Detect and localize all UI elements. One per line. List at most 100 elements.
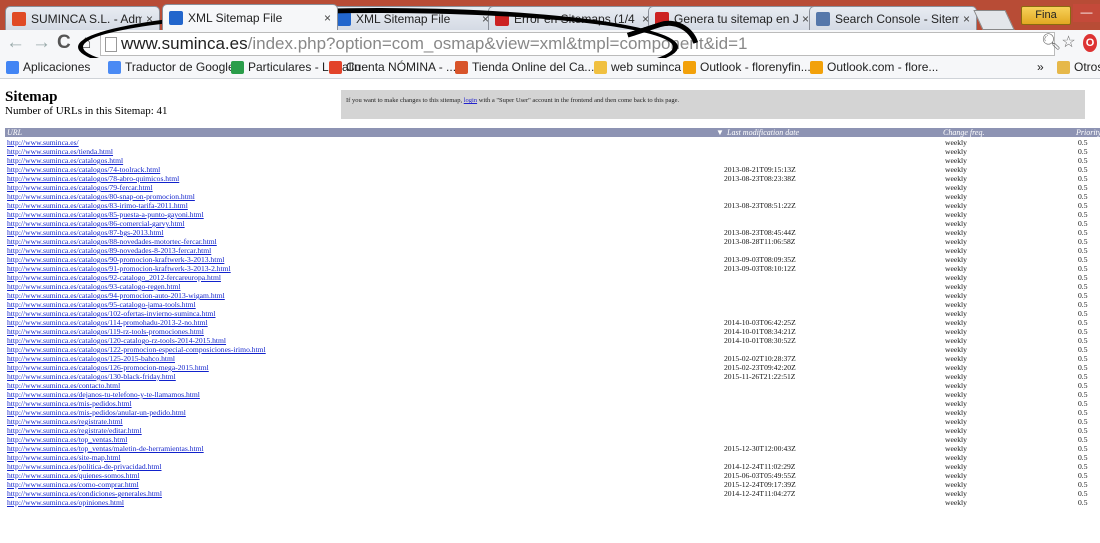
url-link[interactable]: http://www.suminca.es/mis-pedidos.html (7, 399, 132, 408)
url-link[interactable]: http://www.suminca.es/catalogos/90-promo… (7, 255, 224, 264)
freq-cell: weekly (945, 255, 967, 264)
tab-3[interactable]: XML Sitemap File × (330, 6, 496, 30)
bookmark-item[interactable]: Traductor de Google (108, 60, 235, 74)
table-row: http://www.suminca.es/catalogos/78-abro-… (5, 174, 1100, 183)
column-url[interactable]: URL (7, 128, 22, 137)
w-icon (495, 11, 509, 26)
freq-cell: weekly (945, 345, 967, 354)
url-link[interactable]: http://www.suminca.es/catalogos/78-abro-… (7, 174, 179, 183)
freq-cell: weekly (945, 309, 967, 318)
url-link[interactable]: http://www.suminca.es/catalogos/85-puest… (7, 210, 204, 219)
zoom-star-icons[interactable]: 🔍︎☆ (1041, 32, 1076, 52)
url-link[interactable]: http://www.suminca.es/catalogos/91-promo… (7, 264, 231, 273)
tab-1[interactable]: SUMINCA S.L. - Administ × (5, 6, 160, 30)
back-arrow-icon[interactable]: ← (6, 33, 25, 53)
url-link[interactable]: http://www.suminca.es/dejanos-tu-telefon… (7, 390, 200, 399)
url-link[interactable]: http://www.suminca.es/catalogos/93-catal… (7, 282, 180, 291)
bookmark-item[interactable]: Tienda Online del Ca... (455, 60, 594, 74)
bookmark-item[interactable]: Outlook.com - flore... (810, 60, 938, 74)
tab-2[interactable]: XML Sitemap File × (162, 4, 338, 30)
url-link[interactable]: http://www.suminca.es/catalogos/88-noved… (7, 237, 217, 246)
table-row: http://www.suminca.es/contacto.html weekl… (5, 381, 1100, 390)
other-bookmarks[interactable]: Otros (1057, 60, 1100, 74)
url-link[interactable]: http://www.suminca.es/catalogos/79-ferca… (7, 183, 153, 192)
extension-icon[interactable]: O (1083, 34, 1097, 52)
login-link[interactable]: login (464, 97, 477, 104)
lastmod-cell: 2014-12-24T11:02:29Z (724, 462, 796, 471)
profile-button[interactable]: Fina (1021, 6, 1071, 25)
table-row: http://www.suminca.es/catalogos/89-noved… (5, 246, 1100, 255)
url-link[interactable]: http://www.suminca.es/catalogos.html (7, 156, 123, 165)
url-link[interactable]: http://www.suminca.es/catalogos/130-blac… (7, 372, 176, 381)
osmap-icon (169, 10, 183, 25)
freq-cell: weekly (945, 471, 967, 480)
column-lastmod[interactable]: Last modification date (727, 128, 799, 137)
url-link[interactable]: http://www.suminca.es/catalogos/94-promo… (7, 291, 225, 300)
url-link[interactable]: http://www.suminca.es/catalogos/87-bgs-2… (7, 228, 164, 237)
new-tab-button[interactable] (973, 10, 1015, 30)
url-link[interactable]: http://www.suminca.es/registrate.html (7, 417, 123, 426)
url-link[interactable]: http://www.suminca.es/politica-de-privac… (7, 462, 162, 471)
edit-notice: If you want to make changes to this site… (341, 90, 1085, 119)
url-link[interactable]: http://www.suminca.es/catalogos/122-prom… (7, 345, 266, 354)
url-link[interactable]: http://www.suminca.es/contacto.html (7, 381, 120, 390)
column-freq[interactable]: Change freq. (943, 128, 984, 137)
url-link[interactable]: http://www.suminca.es/catalogos/125-2015… (7, 354, 175, 363)
close-icon[interactable]: × (324, 11, 331, 25)
freq-cell: weekly (945, 183, 967, 192)
minimize-button[interactable]: — (1073, 4, 1100, 22)
address-bar[interactable]: www.suminca.es/index.php?option=com_osma… (100, 32, 1055, 56)
url-link[interactable]: http://www.suminca.es/site-map.html (7, 453, 121, 462)
close-icon[interactable]: × (802, 12, 809, 26)
priority-cell: 0.5 (1078, 336, 1088, 345)
close-icon[interactable]: × (146, 12, 153, 26)
url-link[interactable]: http://www.suminca.es/catalogos/83-irimo… (7, 201, 188, 210)
home-icon[interactable]: ⌂ (80, 33, 91, 53)
page-title: Sitemap (5, 89, 58, 105)
lastmod-cell: 2014-10-03T06:42:25Z (724, 318, 796, 327)
url-link[interactable]: http://www.suminca.es/ (7, 138, 79, 147)
url-link[interactable]: http://www.suminca.es/tienda.html (7, 147, 113, 156)
url-link[interactable]: http://www.suminca.es/catalogos/80-snap-… (7, 192, 195, 201)
tab-4[interactable]: Error en Sitemaps (1/4 × (488, 6, 656, 30)
url-link[interactable]: http://www.suminca.es/catalogos/120-cata… (7, 336, 226, 345)
bookmark-label: web suminca (611, 60, 682, 74)
url-link[interactable]: http://www.suminca.es/catalogos/74-toolr… (7, 165, 160, 174)
url-link[interactable]: http://www.suminca.es/mis-pedidos/anular… (7, 408, 186, 417)
table-row: http://www.suminca.es/site-map.html weekl… (5, 453, 1100, 462)
reload-icon[interactable]: C (57, 33, 71, 53)
bookmark-item[interactable]: web suminca (594, 60, 681, 74)
url-link[interactable]: http://www.suminca.es/catalogos/92-catal… (7, 273, 221, 282)
url-link[interactable]: http://www.suminca.es/catalogos/102-ofer… (7, 309, 216, 318)
url-link[interactable]: http://www.suminca.es/catalogos/89-noved… (7, 246, 211, 255)
bookmark-item[interactable]: Aplicaciones (6, 60, 90, 74)
forward-arrow-icon[interactable]: → (32, 33, 51, 53)
lastmod-cell: 2013-08-23T08:51:22Z (724, 201, 796, 210)
tab-6[interactable]: Search Console - Sitemap × (809, 6, 977, 30)
url-link[interactable]: http://www.suminca.es/catalogos/95-catal… (7, 300, 196, 309)
tab-title: XML Sitemap File (356, 11, 451, 26)
bookmarks-overflow[interactable]: » (1037, 60, 1044, 74)
bookmark-label: Tienda Online del Ca... (472, 60, 595, 74)
tab-title: XML Sitemap File (188, 10, 283, 25)
url-link[interactable]: http://www.suminca.es/opiniones.html (7, 498, 124, 507)
bookmark-item[interactable]: Outlook - florenyfin... (683, 60, 811, 74)
url-link[interactable]: http://www.suminca.es/quienes-somos.html (7, 471, 140, 480)
table-row: http://www.suminca.es/como-comprar.html 2… (5, 480, 1100, 489)
url-link[interactable]: http://www.suminca.es/top_ventas.html (7, 435, 127, 444)
tab-5[interactable]: Genera tu sitemap en Joo × (648, 6, 816, 30)
bookmark-item[interactable]: Cuenta NÓMINA - ... (329, 60, 456, 74)
url-link[interactable]: http://www.suminca.es/como-comprar.html (7, 480, 139, 489)
url-link[interactable]: http://www.suminca.es/catalogos/119-rz-t… (7, 327, 204, 336)
priority-cell: 0.5 (1078, 408, 1088, 417)
url-link[interactable]: http://www.suminca.es/top_ventas/maletin… (7, 444, 204, 453)
url-link[interactable]: http://www.suminca.es/catalogos/114-prom… (7, 318, 208, 327)
url-link[interactable]: http://www.suminca.es/catalogos/126-prom… (7, 363, 209, 372)
url-link[interactable]: http://www.suminca.es/catalogos/86-comer… (7, 219, 185, 228)
freq-cell: weekly (945, 219, 967, 228)
url-link[interactable]: http://www.suminca.es/condiciones-genera… (7, 489, 162, 498)
url-link[interactable]: http://www.suminca.es/registrate/editar.… (7, 426, 142, 435)
close-icon[interactable]: × (963, 12, 970, 26)
column-priority[interactable]: Priority (1076, 128, 1100, 137)
table-row: http://www.suminca.es/top_ventas/maletin… (5, 444, 1100, 453)
